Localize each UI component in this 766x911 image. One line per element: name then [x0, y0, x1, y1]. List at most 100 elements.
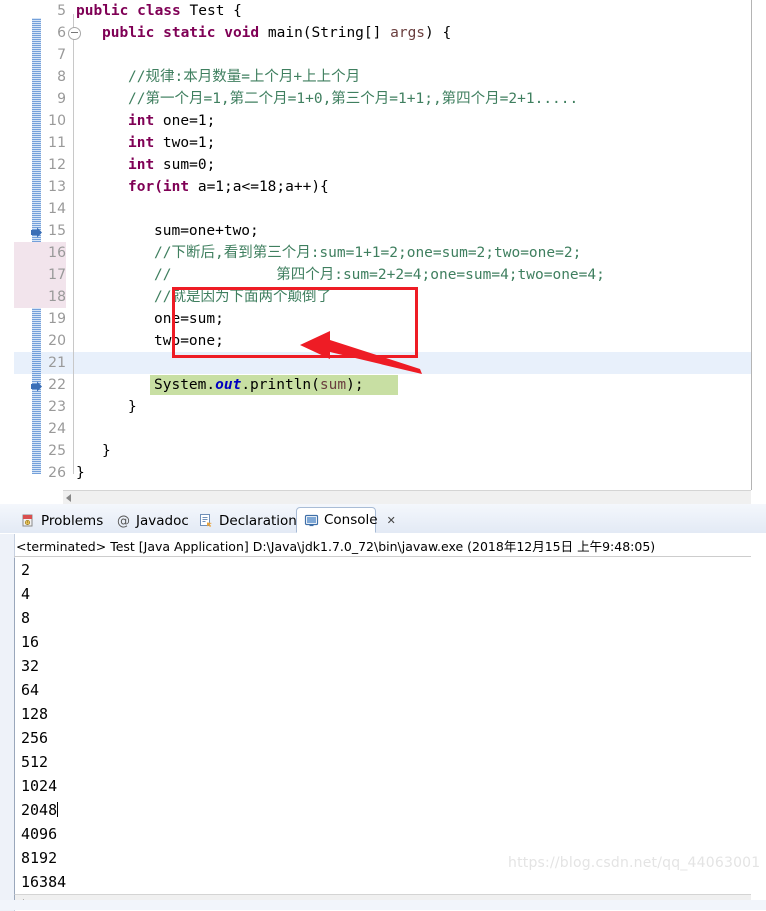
code-editor-panel[interactable]: 5 public class Test { 6 public static void …	[0, 0, 766, 504]
code-line[interactable]: 14	[14, 198, 751, 220]
code-line[interactable]: 12 int sum=0;	[14, 154, 751, 176]
code-text: public static void main(String[] args) {	[102, 22, 451, 44]
window-bottom-edge	[0, 900, 766, 910]
code-text: one=sum;	[154, 308, 224, 330]
console-left-margin	[0, 534, 15, 911]
code-line[interactable]: 18 //就是因为下面两个颠倒了	[14, 286, 751, 308]
code-text: two=one;	[154, 330, 224, 352]
tab-console[interactable]: Console ✕	[296, 507, 396, 533]
quickfix-marker-icon[interactable]	[30, 224, 43, 238]
code-token: }	[102, 443, 111, 459]
code-line[interactable]: 8 //规律:本月数量=上个月+上上个月	[14, 66, 751, 88]
code-line[interactable]: 11 int two=1;	[14, 132, 751, 154]
line-number: 21	[48, 355, 66, 371]
code-line[interactable]: 21	[14, 352, 751, 374]
console-process-label: <terminated> Test [Java Application] D:\…	[16, 539, 656, 554]
code-line[interactable]: 22 System.out.println(sum);	[14, 374, 751, 396]
console-output-value: 4096	[21, 825, 58, 843]
console-output-line: 16	[21, 630, 751, 654]
line-number: 13	[48, 179, 66, 195]
line-number: 25	[48, 443, 66, 459]
code-line[interactable]: 16 //下断后,看到第三个月:sum=1+1=2;one=sum=2;two=o…	[14, 242, 751, 264]
code-token: out	[215, 377, 242, 393]
console-output-value: 8192	[21, 849, 58, 867]
code-text: // 第四个月:sum=2+2=4;one=sum=4;two=one=4;	[154, 264, 605, 286]
svg-text:@: @	[117, 514, 130, 528]
console-output-line: 8192	[21, 846, 751, 870]
console-output-line: 128	[21, 702, 751, 726]
code-line[interactable]: 15 sum=one+two;	[14, 220, 751, 242]
console-output-value: 1024	[21, 777, 58, 795]
code-token: args	[390, 25, 426, 41]
code-text: public class Test {	[76, 0, 242, 22]
code-token: for(	[128, 179, 163, 195]
folding-guide-line	[73, 16, 74, 462]
line-number: 10	[48, 113, 66, 129]
console-output-value: 32	[21, 657, 40, 675]
code-token: //规律:本月数量=上个月+上上个月	[128, 69, 361, 85]
console-output-value: 16384	[21, 873, 67, 891]
console-output-value: 8	[21, 609, 31, 627]
code-line[interactable]: 7	[14, 44, 751, 66]
bottom-views-panel[interactable]: ! Problems @ Javadoc Declaration Console ✕ <te…	[0, 504, 766, 911]
code-token: main(	[267, 25, 312, 41]
code-token: int	[162, 179, 198, 195]
code-token: one=sum;	[154, 311, 224, 327]
code-line[interactable]: 6 public static void main(String[] args) …	[14, 22, 751, 44]
code-line[interactable]: 20 two=one;	[14, 330, 751, 352]
code-token: sum	[319, 377, 347, 393]
console-right-margin	[751, 534, 766, 911]
code-line[interactable]: 10 int one=1;	[14, 110, 751, 132]
line-number: 6	[57, 25, 66, 41]
tab-problems[interactable]: ! Problems	[14, 508, 109, 533]
code-token: String[]	[311, 25, 391, 41]
code-line[interactable]: 19 one=sum;	[14, 308, 751, 330]
code-token: ) {	[425, 25, 452, 41]
current-line-highlight	[14, 352, 751, 374]
debug-current-instruction-pointer-icon[interactable]	[30, 378, 43, 392]
code-token: System.	[154, 377, 216, 393]
line-number: 24	[48, 421, 66, 437]
line-number: 16	[14, 242, 66, 264]
code-token: );	[346, 377, 364, 393]
code-line[interactable]: 25}	[14, 440, 751, 462]
javadoc-at-icon: @	[116, 513, 131, 529]
close-tab-icon[interactable]: ✕	[387, 514, 396, 527]
code-text: int two=1;	[128, 132, 215, 154]
line-number: 11	[48, 135, 66, 151]
code-line[interactable]: 13 for(int a=1;a<=18;a++){	[14, 176, 751, 198]
code-token: a=1;a<=18;a++){	[197, 179, 329, 195]
scroll-left-arrow-icon[interactable]	[66, 494, 71, 502]
console-output-text[interactable]: 2 4 8 16 32 64 128 256 512 1024 2048 4096 8192 16384	[14, 558, 751, 894]
editor-text-surface[interactable]: 5 public class Test { 6 public static void …	[14, 0, 752, 490]
editor-horizontal-scrollbar[interactable]	[63, 490, 751, 504]
console-output-value: 64	[21, 681, 40, 699]
code-token: sum=one+two;	[154, 223, 259, 239]
tab-label: Problems	[41, 512, 104, 529]
code-line[interactable]: 9 //第一个月=1,第二个月=1+0,第三个月=1+1;,第四个月=2+1...…	[14, 88, 751, 110]
code-line[interactable]: 23}	[14, 396, 751, 418]
problems-icon: !	[21, 513, 36, 528]
code-line[interactable]: 26}	[14, 462, 751, 484]
tab-declaration[interactable]: Declaration	[192, 508, 297, 533]
view-tab-bar[interactable]: ! Problems @ Javadoc Declaration Console ✕	[0, 504, 766, 534]
code-text: //第一个月=1,第二个月=1+0,第三个月=1+1;,第四个月=2+1....…	[128, 88, 578, 110]
console-output-line: 2	[21, 558, 751, 582]
code-text: int one=1;	[128, 110, 215, 132]
line-number: 9	[57, 91, 66, 107]
tab-label: Console	[324, 512, 378, 528]
code-token: //第一个月=1,第二个月=1+0,第三个月=1+1;,第四个月=2+1....…	[128, 91, 579, 107]
code-line[interactable]: 17 // 第四个月:sum=2+2=4;one=sum=4;two=one=4;	[14, 264, 751, 286]
line-number: 7	[57, 47, 66, 63]
tab-javadoc[interactable]: @ Javadoc	[109, 508, 192, 533]
code-token: .println(	[241, 377, 320, 393]
code-line[interactable]: 5 public class Test {	[14, 0, 751, 22]
code-folding-collapse-icon[interactable]	[68, 27, 81, 40]
code-line[interactable]: 24	[14, 418, 751, 440]
code-text: }	[102, 440, 111, 462]
code-text: }	[76, 462, 85, 484]
console-view[interactable]: <terminated> Test [Java Application] D:\…	[0, 533, 766, 911]
code-text: int sum=0;	[128, 154, 215, 176]
line-number: 12	[48, 157, 66, 173]
console-output-line: 512	[21, 750, 751, 774]
